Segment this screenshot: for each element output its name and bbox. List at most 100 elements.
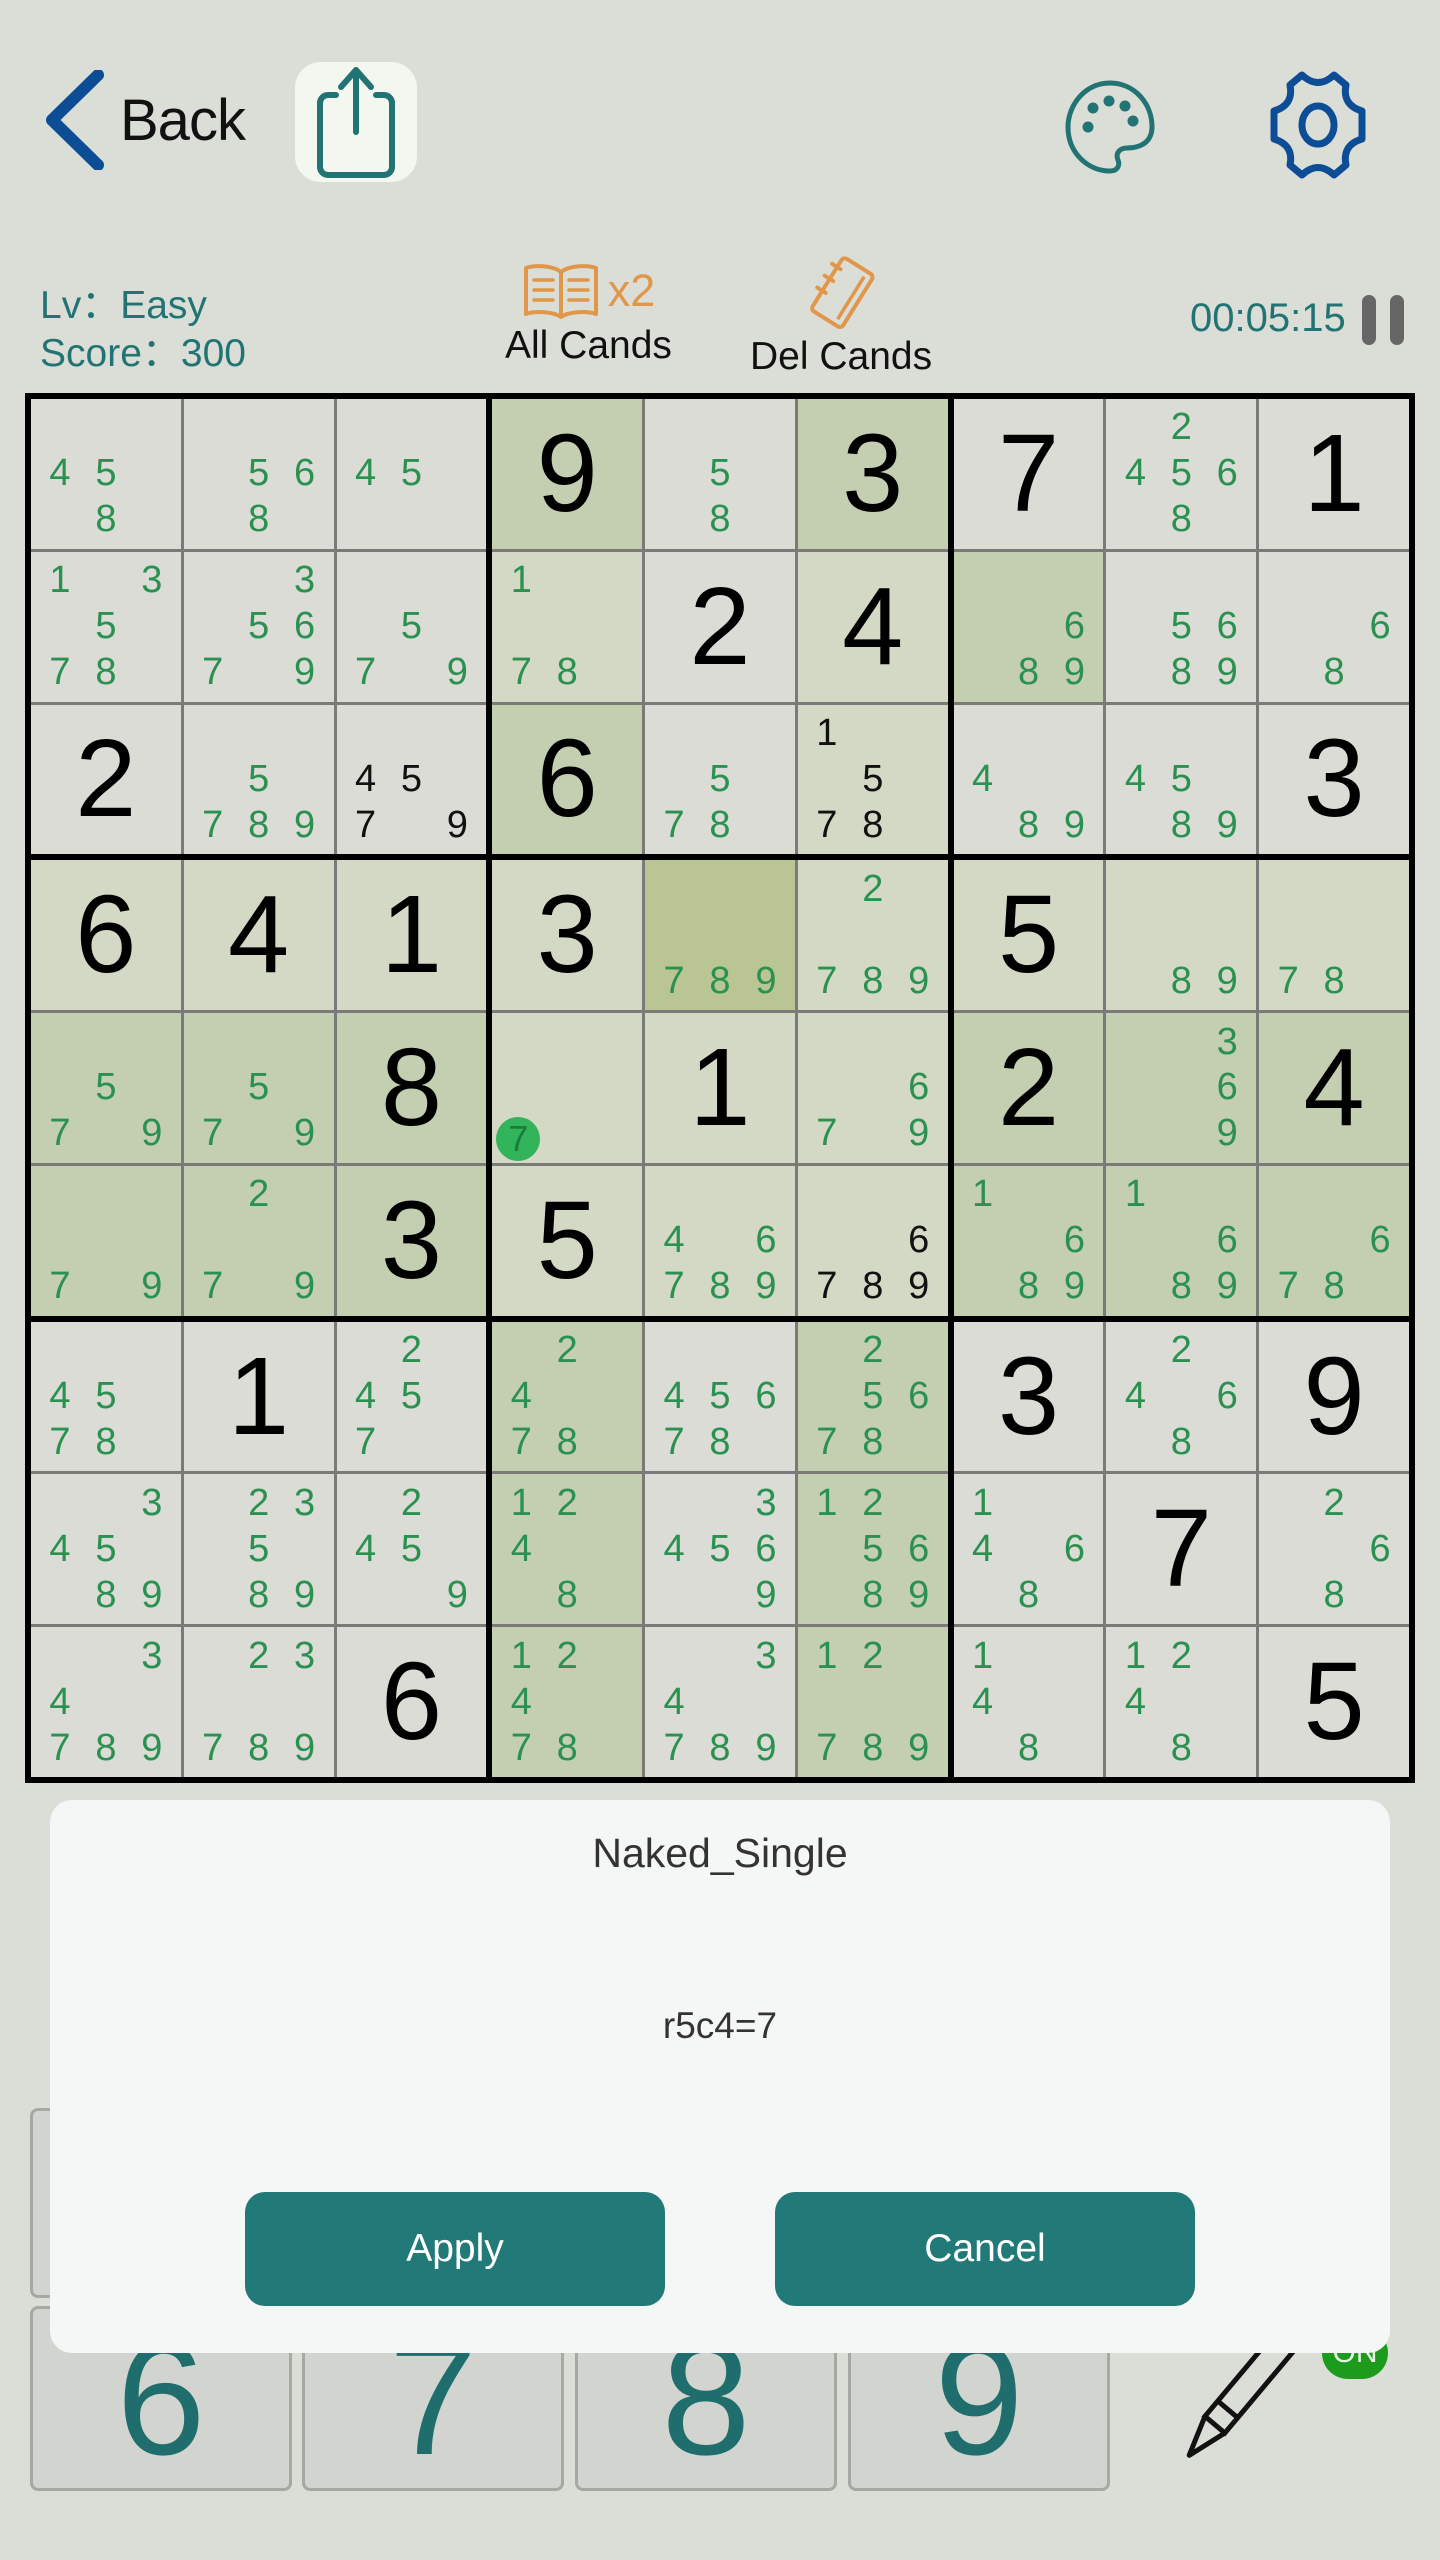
pause-button[interactable] — [1362, 295, 1404, 345]
board-cell[interactable]: 5 — [1259, 1627, 1409, 1777]
board-cell[interactable]: 14 68 — [953, 1474, 1104, 1625]
board-cell[interactable]: 6 789 — [797, 1165, 948, 1316]
board-cell[interactable]: 6 — [492, 704, 643, 855]
board-cell[interactable]: 4 — [1259, 1013, 1409, 1163]
board-cell[interactable]: 1 — [183, 1321, 334, 1472]
board-cell[interactable]: 458 — [31, 399, 181, 549]
board-cell[interactable]: 9 — [1259, 1321, 1409, 1472]
board-cell[interactable]: 89 — [1106, 860, 1257, 1011]
board-cell[interactable]: 1 78 — [492, 551, 643, 702]
candidate-digit: 8 — [1170, 498, 1192, 541]
board-cell[interactable]: 2 — [953, 1013, 1104, 1163]
board-cell[interactable]: 6 7 9 — [797, 1013, 948, 1163]
board-cell[interactable]: 12478 — [492, 1627, 643, 1777]
board-cell[interactable]: 5789 — [183, 704, 334, 855]
board-cell[interactable]: 1689 — [953, 1165, 1104, 1316]
board-cell[interactable]: 1 — [645, 1013, 795, 1163]
board-cell[interactable]: 2459 — [336, 1474, 487, 1625]
board-cell[interactable]: 2478 — [492, 1321, 643, 1472]
board-cell[interactable]: 489 — [953, 704, 1104, 855]
board-cell[interactable]: 1248 — [1106, 1627, 1257, 1777]
board-cell[interactable]: 1 — [1259, 399, 1409, 549]
board-cell[interactable]: 7 — [1106, 1474, 1257, 1625]
board-cell[interactable]: 2 789 — [797, 860, 948, 1011]
board-cell[interactable]: 68 — [1259, 551, 1409, 702]
board-cell[interactable]: 4 — [797, 551, 948, 702]
board-cell[interactable]: 57 9 — [183, 1013, 334, 1163]
board-cell[interactable]: 23589 — [183, 1474, 334, 1625]
board-cell[interactable]: 2 — [645, 551, 795, 702]
back-button[interactable]: Back — [38, 70, 246, 170]
board-cell[interactable]: 125689 — [797, 1474, 948, 1625]
board-cell[interactable]: 3 — [1259, 704, 1409, 855]
board-cell[interactable]: 369 — [1106, 1013, 1257, 1163]
board-cell[interactable]: 1248 — [492, 1474, 643, 1625]
board-cell[interactable]: 2457 — [336, 1321, 487, 1472]
board-cell[interactable]: 5689 — [1106, 551, 1257, 702]
apply-button[interactable]: Apply — [245, 2192, 665, 2306]
board-cell[interactable]: 7 — [953, 399, 1104, 549]
board-cell[interactable]: 23 789 — [183, 1627, 334, 1777]
board-cell[interactable]: 2 7 9 — [183, 1165, 334, 1316]
board-cell[interactable]: 79 — [31, 1165, 181, 1316]
board-cell[interactable]: 78 — [1259, 860, 1409, 1011]
board-cell[interactable]: 4578 — [31, 1321, 181, 1472]
board-cell[interactable]: 3 — [492, 860, 643, 1011]
board-cell[interactable]: 1 3578 — [31, 551, 181, 702]
board-cell[interactable]: 148 — [953, 1627, 1104, 1777]
candidate-digit: 9 — [294, 1112, 316, 1155]
board-cell[interactable]: 3 4789 — [31, 1627, 181, 1777]
board-cell[interactable]: 3 — [336, 1165, 487, 1316]
board-cell[interactable]: 58 — [645, 399, 795, 549]
delete-candidates-button[interactable]: Del Cands — [750, 255, 932, 379]
cancel-button[interactable]: Cancel — [775, 2192, 1195, 2306]
board-cell[interactable]: 3 4569 — [645, 1474, 795, 1625]
board-cell[interactable]: 1 — [336, 860, 487, 1011]
share-button[interactable] — [295, 62, 417, 182]
candidate-digit — [804, 1019, 850, 1065]
candidate-digit — [590, 1480, 636, 1526]
all-candidates-button[interactable]: x2 All Cands — [505, 262, 672, 368]
candidate-digit — [498, 1572, 544, 1618]
board-cell[interactable]: 24568 — [1106, 399, 1257, 549]
board-cell[interactable]: 6 — [336, 1627, 487, 1777]
board-cell[interactable]: 24 68 — [1106, 1321, 1257, 1472]
board-cell[interactable]: 57 9 — [336, 551, 487, 702]
board-cell[interactable]: 7 — [492, 1013, 643, 1163]
board-cell[interactable]: 1578 — [797, 704, 948, 855]
candidate-digit: 7 — [816, 1420, 838, 1463]
board-cell[interactable]: 9 — [492, 399, 643, 549]
board-cell[interactable]: 45 — [336, 399, 487, 549]
board-cell[interactable]: 3 — [797, 399, 948, 549]
candidate-digit — [190, 604, 236, 650]
board-cell[interactable]: 2 — [31, 704, 181, 855]
board-cell[interactable]: 568 — [183, 399, 334, 549]
board-cell[interactable]: 457 9 — [336, 704, 487, 855]
board-cell[interactable]: 12 789 — [797, 1627, 948, 1777]
board-cell[interactable]: 5 — [953, 860, 1104, 1011]
board-cell[interactable]: 3 4589 — [31, 1474, 181, 1625]
board-cell[interactable]: 256 78 — [797, 1321, 948, 1472]
board-cell[interactable]: 789 — [645, 860, 795, 1011]
cell-value: 3 — [380, 1178, 443, 1302]
board-cell[interactable]: 3 — [953, 1321, 1104, 1472]
board-cell[interactable]: 456 78 — [645, 1321, 795, 1472]
board-cell[interactable]: 578 — [645, 704, 795, 855]
candidate-digit — [1006, 1172, 1052, 1218]
board-cell[interactable]: 8 — [336, 1013, 487, 1163]
board-cell[interactable]: 5 — [492, 1165, 643, 1316]
board-cell[interactable]: 4 6 789 — [645, 1165, 795, 1316]
board-cell[interactable]: 1689 — [1106, 1165, 1257, 1316]
board-cell[interactable]: 356 7 9 — [183, 551, 334, 702]
candidate-digit — [190, 1679, 236, 1725]
board-cell[interactable]: 4 — [183, 860, 334, 1011]
board-cell[interactable]: 689 — [953, 551, 1104, 702]
board-cell[interactable]: 4589 — [1106, 704, 1257, 855]
board-cell[interactable]: 6 — [31, 860, 181, 1011]
board-cell[interactable]: 3 4789 — [645, 1627, 795, 1777]
board-cell[interactable]: 268 — [1259, 1474, 1409, 1625]
board-cell[interactable]: 6 78 — [1259, 1165, 1409, 1316]
settings-button[interactable] — [1255, 65, 1380, 185]
theme-palette-button[interactable] — [1055, 70, 1165, 180]
board-cell[interactable]: 57 9 — [31, 1013, 181, 1163]
